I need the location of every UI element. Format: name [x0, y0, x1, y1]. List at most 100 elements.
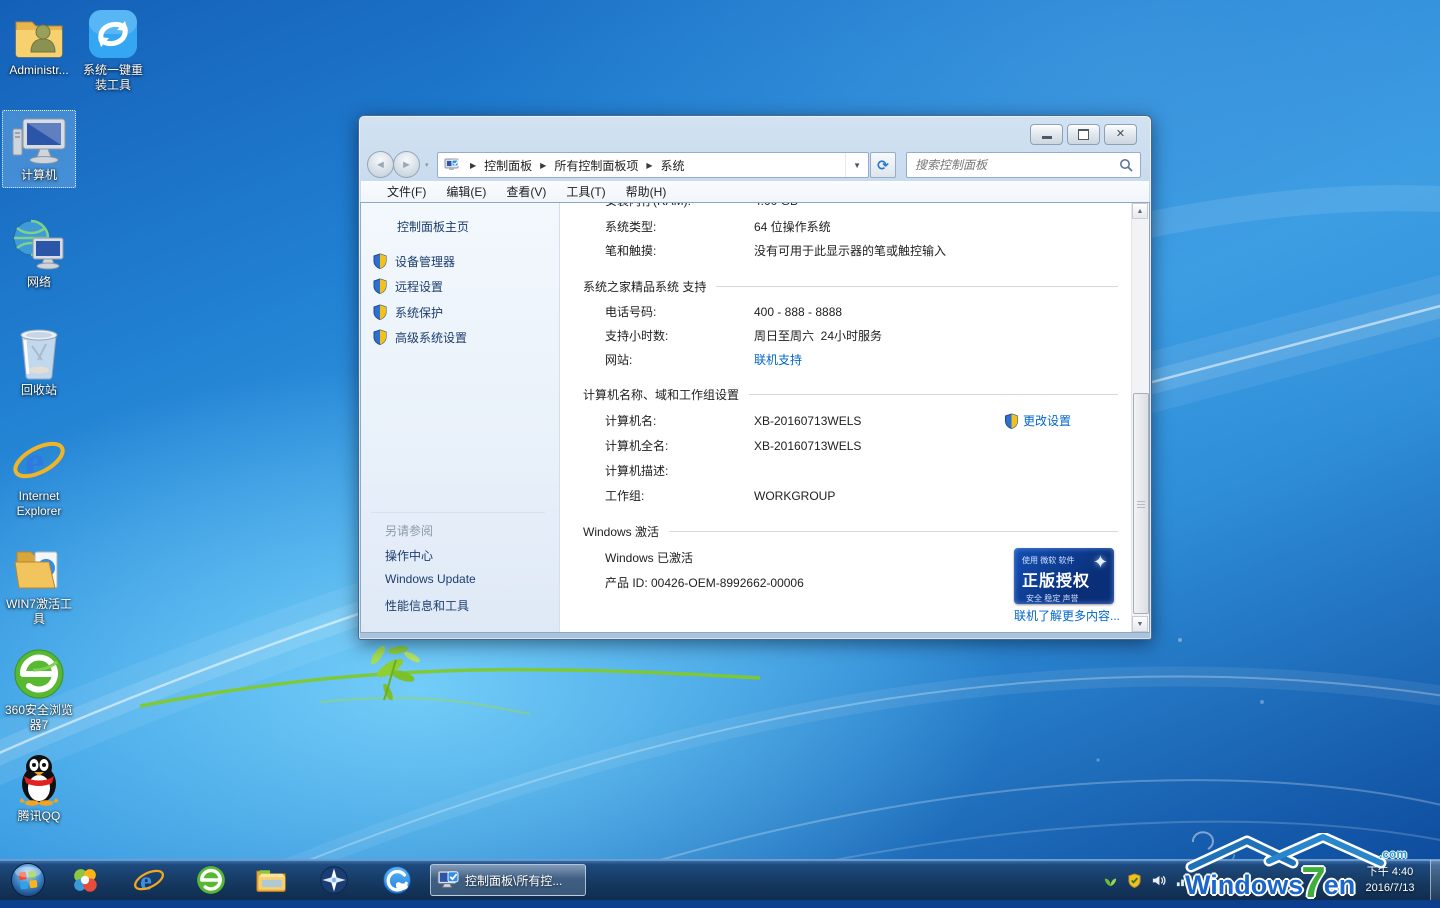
tray-volume-icon[interactable] — [1151, 873, 1166, 888]
tray-icons — [1103, 873, 1190, 888]
breadcrumb-all-items[interactable]: 所有控制面板项 — [552, 157, 640, 174]
product-id: 产品 ID: 00426-OEM-8992662-00006 — [605, 574, 804, 592]
sidebar-item-label: 系统保护 — [395, 306, 443, 320]
clock-date: 2016/7/13 — [1354, 880, 1426, 896]
taskbar-360-browser-button[interactable] — [192, 863, 230, 897]
desktop-icon-label: WIN7激活工 — [0, 597, 78, 612]
desktop-icon-computer[interactable]: 计算机 — [2, 110, 76, 188]
breadcrumb-arrow-icon: ▶ — [640, 161, 658, 170]
desktop-icon-label: 腾讯QQ — [0, 809, 78, 824]
restore-icon — [1078, 129, 1089, 140]
learn-more-online-link[interactable]: 联机了解更多内容... — [1014, 607, 1120, 624]
field-label: 工作组: — [605, 487, 644, 505]
menu-tools[interactable]: 工具(T) — [556, 183, 615, 200]
field-value: XB-20160713WELS — [754, 412, 861, 430]
taskbar-compass-browser-button[interactable] — [315, 863, 353, 897]
menu-view[interactable]: 查看(V) — [496, 183, 556, 200]
menu-edit[interactable]: 编辑(E) — [436, 183, 496, 200]
sidebar-item-remote-settings[interactable]: 远程设置 — [395, 278, 443, 295]
taskbar-360-safety-button[interactable] — [66, 863, 104, 897]
desktop-icon-win7-activator[interactable]: WIN7激活工 具 — [0, 540, 78, 627]
field-label: 计算机描述: — [605, 462, 668, 480]
blue-cloud-browser-icon — [382, 865, 412, 895]
sidebar-item-system-protection[interactable]: 系统保护 — [395, 304, 443, 321]
tray-shield-icon[interactable] — [1127, 873, 1142, 888]
address-dropdown-icon[interactable]: ▼ — [845, 153, 868, 177]
change-settings-link[interactable]: 更改设置 — [1004, 412, 1071, 430]
desktop-icon-label: 器7 — [0, 718, 78, 733]
sidebar-item-device-manager[interactable]: 设备管理器 — [395, 253, 455, 270]
internet-explorer-icon: e — [133, 865, 165, 895]
menu-file[interactable]: 文件(F) — [377, 183, 436, 200]
taskbar-internet-explorer-button[interactable]: e — [130, 863, 168, 897]
scroll-down-icon: ▼ — [1137, 621, 1144, 628]
section-rule — [716, 286, 1118, 288]
reinstall-tool-icon — [74, 6, 152, 60]
online-support-link[interactable]: 联机支持 — [754, 351, 802, 369]
sprout-decoration — [368, 644, 421, 702]
sidebar-item-windows-update[interactable]: Windows Update — [385, 572, 476, 586]
sidebar-item-label: 远程设置 — [395, 280, 443, 294]
desktop-icon-360-browser[interactable]: 360安全浏览 器7 — [0, 646, 78, 733]
desktop-icon-network[interactable]: 网络 — [0, 218, 78, 290]
breadcrumb-system[interactable]: 系统 — [659, 157, 687, 174]
desktop-icon-label: Administr... — [0, 63, 78, 78]
menu-help[interactable]: 帮助(H) — [616, 183, 677, 200]
section-windows-activation: Windows 激活 — [583, 522, 1118, 540]
maximize-button[interactable] — [1067, 124, 1100, 145]
system-control-panel-window: ✕ ◄ ► ▾ ▶ 控制面板 ▶ 所有控制面板项 ▶ 系统 ▼ ⟳ — [358, 115, 1152, 640]
tray-network-icon[interactable] — [1175, 873, 1190, 888]
sidebar-item-advanced-settings[interactable]: 高级系统设置 — [395, 329, 467, 346]
taskbar-qq-browser-button[interactable] — [378, 863, 416, 897]
tray-clock[interactable]: 下午 4:40 2016/7/13 — [1354, 864, 1426, 896]
uac-shield-icon — [373, 278, 387, 297]
system-page-icon — [444, 158, 460, 172]
address-bar[interactable]: ▶ 控制面板 ▶ 所有控制面板项 ▶ 系统 ▼ — [437, 152, 869, 178]
row-full-computer-name: 计算机全名: XB-20160713WELS — [560, 437, 1122, 455]
scroll-down-button[interactable]: ▼ — [1132, 616, 1148, 632]
field-label: 电话号码: — [605, 303, 656, 321]
start-button[interactable] — [8, 863, 48, 897]
row-support-hours: 支持小时数: 周日至周六 24小时服务 — [560, 327, 1122, 345]
taskbar-windows-explorer-button[interactable] — [252, 863, 290, 897]
recent-pages-caret-icon[interactable]: ▾ — [425, 161, 429, 169]
desktop-icon-recycle-bin[interactable]: 回收站 — [0, 326, 78, 398]
desktop-icon-label: 计算机 — [3, 168, 75, 183]
uac-shield-icon — [373, 304, 387, 323]
clock-time: 下午 4:40 — [1354, 864, 1426, 880]
sidebar-item-performance-tools[interactable]: 性能信息和工具 — [385, 597, 469, 614]
breadcrumb-control-panel[interactable]: 控制面板 — [482, 157, 534, 174]
search-icon[interactable] — [1119, 158, 1133, 172]
forward-icon: ► — [401, 159, 412, 171]
minimize-button[interactable] — [1030, 124, 1063, 145]
row-computer-name: 计算机名: XB-20160713WELS 更改设置 — [560, 412, 1122, 430]
desktop-icon-internet-explorer[interactable]: e Internet Explorer — [0, 432, 78, 519]
row-pen-touch: 笔和触摸: 没有可用于此显示器的笔或触控输入 — [560, 242, 1122, 260]
taskbar-active-window-button[interactable]: 控制面板\所有控... — [430, 864, 586, 896]
field-value: 没有可用于此显示器的笔或触控输入 — [754, 242, 946, 260]
genuine-star-icon: ✦ — [1093, 552, 1108, 573]
field-label: 计算机全名: — [605, 437, 668, 455]
field-value: WORKGROUP — [754, 487, 835, 505]
close-button[interactable]: ✕ — [1104, 124, 1137, 145]
sidebar-item-action-center[interactable]: 操作中心 — [385, 547, 433, 564]
administrator-folder-icon — [0, 6, 78, 60]
desktop-icon-administrator[interactable]: Administr... — [0, 6, 78, 78]
refresh-icon: ⟳ — [877, 157, 889, 174]
change-settings-label: 更改设置 — [1023, 412, 1071, 430]
desktop-icon-reinstall-tool[interactable]: 系统一键重 装工具 — [74, 6, 152, 93]
360-safety-icon — [70, 865, 100, 895]
search-input[interactable] — [913, 155, 1119, 175]
back-button[interactable]: ◄ — [367, 151, 394, 178]
sidebar-item-home[interactable]: 控制面板主页 — [397, 218, 469, 235]
refresh-button[interactable]: ⟳ — [870, 152, 896, 178]
vertical-scrollbar[interactable]: ▲ ▼ — [1131, 203, 1149, 632]
explorer-folder-icon — [255, 866, 287, 894]
tray-sprout-icon[interactable] — [1103, 873, 1118, 888]
desktop-icon-tencent-qq[interactable]: 腾讯QQ — [0, 752, 78, 824]
show-desktop-button[interactable] — [1430, 860, 1440, 900]
sidebar-separator — [371, 512, 545, 513]
scrollbar-thumb[interactable] — [1133, 393, 1149, 614]
forward-button[interactable]: ► — [393, 151, 420, 178]
scroll-up-button[interactable]: ▲ — [1132, 203, 1148, 219]
